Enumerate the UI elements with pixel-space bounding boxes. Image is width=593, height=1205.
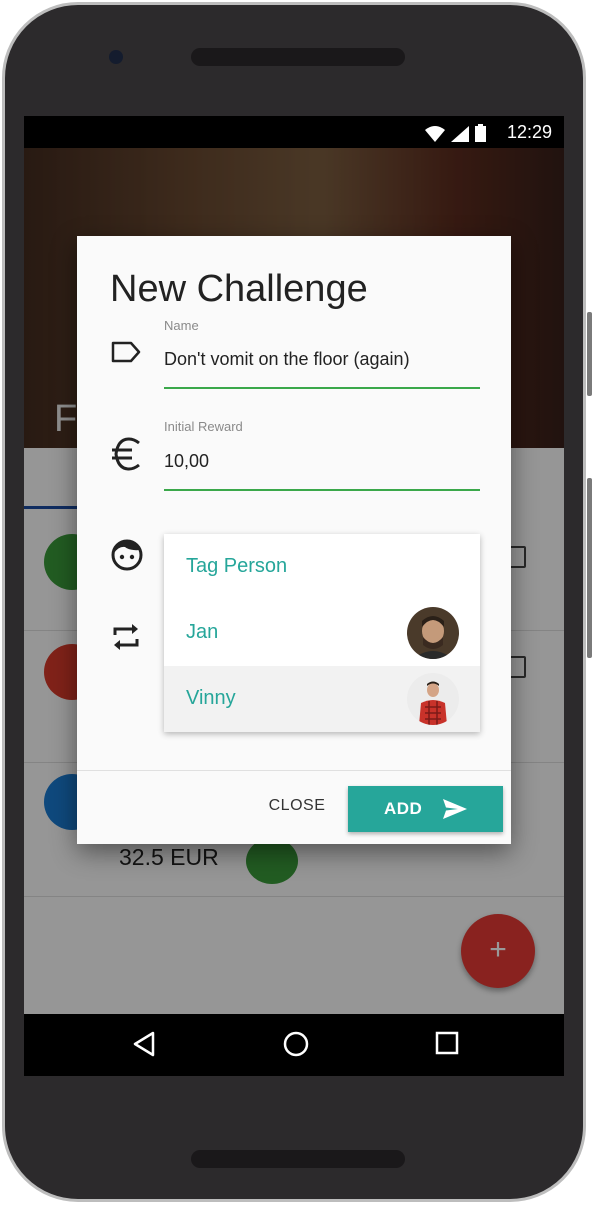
name-field-label: Name [164,318,199,333]
earpiece-speaker [191,48,405,66]
volume-button [587,478,592,658]
add-button[interactable]: ADD [348,786,503,832]
power-button [587,312,592,396]
dialog-title: New Challenge [110,268,368,310]
status-bar: 12:29 [24,116,564,148]
label-tag-icon [111,341,141,363]
reward-field-underline [164,489,480,491]
send-icon [443,799,467,819]
euro-icon [112,437,140,471]
dropdown-item-jan[interactable]: Jan [164,600,480,666]
bottom-speaker [191,1150,405,1168]
status-time: 12:29 [506,122,552,142]
wifi-icon [425,126,445,142]
reward-field-label: Initial Reward [164,419,243,434]
face-icon [111,539,143,571]
back-icon[interactable] [132,1030,156,1058]
name-field-underline [164,387,480,389]
new-challenge-dialog: New Challenge Name Don't vomit on the fl… [77,236,511,844]
home-icon[interactable] [282,1030,310,1058]
front-camera [109,50,123,64]
close-button[interactable]: CLOSE [251,788,343,824]
avatar-jan [407,607,459,659]
name-field[interactable]: Don't vomit on the floor (again) [164,349,410,370]
dialog-divider [77,770,511,771]
repeat-icon [113,624,139,650]
add-button-label: ADD [384,799,423,818]
battery-icon [475,124,486,142]
navigation-bar [24,1014,564,1076]
dropdown-item-tag-person[interactable]: Tag Person [164,534,480,600]
recent-apps-icon[interactable] [435,1030,459,1056]
signal-icon [451,126,469,142]
tag-person-dropdown: Tag Person Jan Vinny [164,534,480,732]
screen: 12:29 F 32.5 EUR + New Challenge Name Do… [24,116,564,1076]
status-icons [425,122,486,142]
dropdown-item-vinny[interactable]: Vinny [164,666,480,732]
reward-field[interactable]: 10,00 [164,451,209,472]
avatar-vinny [407,673,459,725]
